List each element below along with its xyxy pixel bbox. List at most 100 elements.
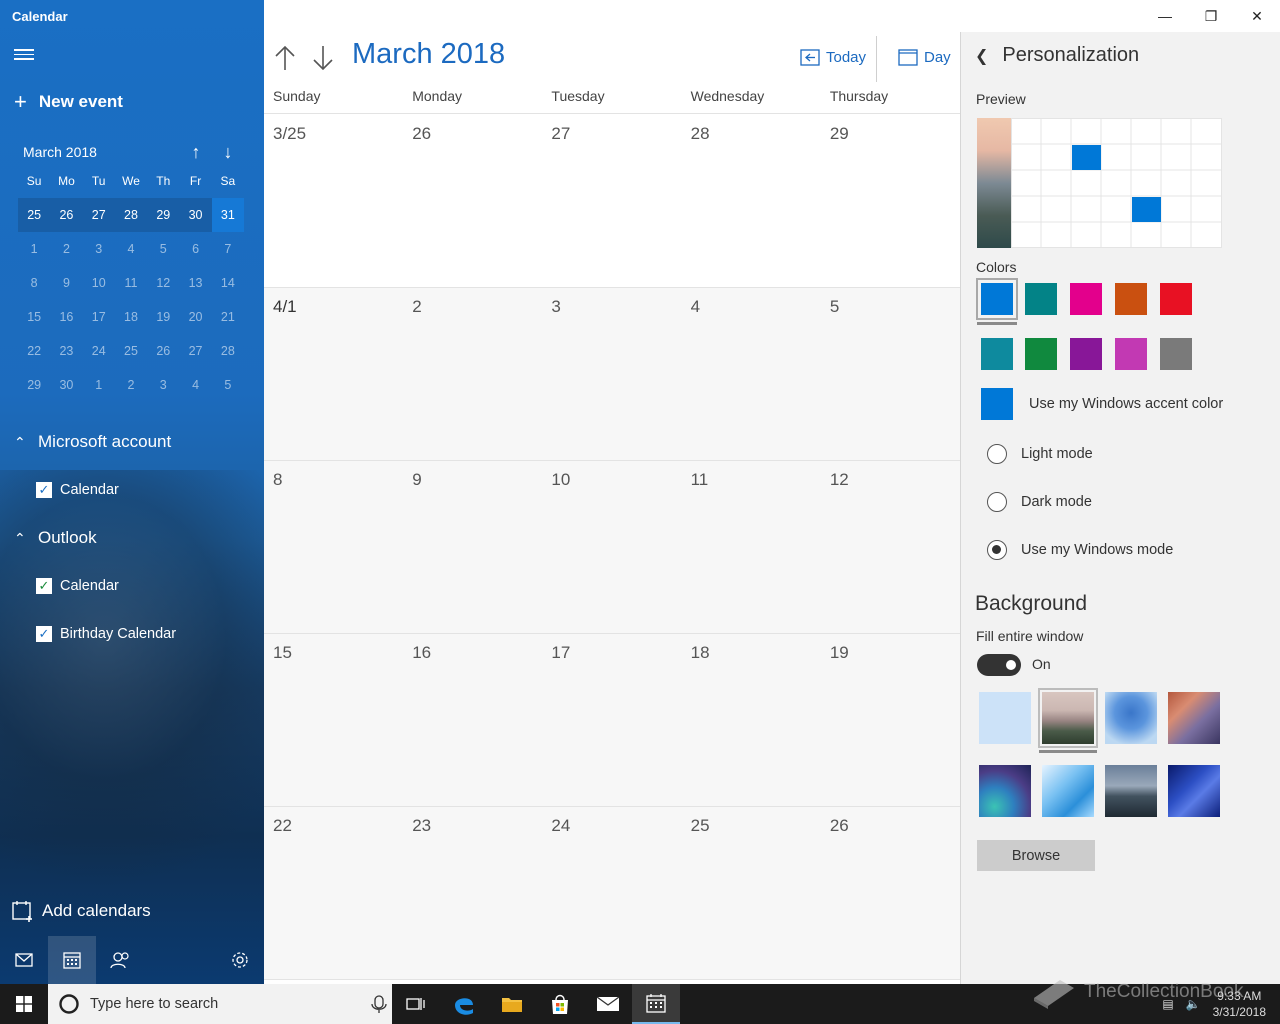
hamburger-menu-icon[interactable] xyxy=(14,46,34,62)
mini-day[interactable]: 18 xyxy=(115,300,147,334)
account-header-outlook[interactable]: ⌃ Outlook xyxy=(14,528,97,548)
background-thumb-blue-tree[interactable] xyxy=(1105,692,1157,744)
close-icon[interactable]: ✕ xyxy=(1234,0,1280,32)
minimize-icon[interactable]: — xyxy=(1142,0,1188,32)
day-cell[interactable]: 4 xyxy=(682,288,821,460)
color-swatch-pink[interactable] xyxy=(1070,283,1102,315)
day-cell[interactable]: 27 xyxy=(542,115,681,287)
network-icon[interactable]: ▤ xyxy=(1162,997,1173,1011)
mini-day[interactable]: 2 xyxy=(115,368,147,402)
day-cell[interactable]: 18 xyxy=(682,634,821,806)
file-explorer-icon[interactable] xyxy=(488,984,536,1024)
light-mode-radio[interactable]: Light mode xyxy=(987,444,1093,464)
mini-calendar-prev-arrow-icon[interactable]: ↑ xyxy=(180,142,212,163)
background-thumb-lake[interactable] xyxy=(1105,765,1157,817)
mini-day[interactable]: 10 xyxy=(83,266,115,300)
calendar-item-microsoft-calendar[interactable]: ✓ Calendar xyxy=(36,482,119,498)
mini-day[interactable]: 7 xyxy=(212,232,244,266)
mini-day[interactable]: 5 xyxy=(212,368,244,402)
day-cell[interactable]: 28 xyxy=(682,115,821,287)
mini-day[interactable]: 21 xyxy=(212,300,244,334)
color-swatch-teal[interactable] xyxy=(1025,283,1057,315)
mini-calendar-next-arrow-icon[interactable]: ↓ xyxy=(212,142,244,163)
mini-day[interactable]: 24 xyxy=(83,334,115,368)
checkbox-checked-icon[interactable]: ✓ xyxy=(36,626,52,642)
taskbar-search-box[interactable]: Type here to search xyxy=(48,984,392,1024)
mini-day[interactable]: 15 xyxy=(18,300,50,334)
color-swatch-purple[interactable] xyxy=(1070,338,1102,370)
calendar-icon[interactable] xyxy=(48,936,96,984)
mail-icon[interactable] xyxy=(0,936,48,984)
mini-day[interactable]: 25 xyxy=(115,334,147,368)
mini-day[interactable]: 26 xyxy=(147,334,179,368)
mini-day[interactable]: 17 xyxy=(83,300,115,334)
day-cell[interactable]: 4/1 xyxy=(264,288,403,460)
day-cell[interactable]: 26 xyxy=(821,807,960,979)
mini-day[interactable]: 28 xyxy=(212,334,244,368)
calendar-app-icon[interactable] xyxy=(632,984,680,1024)
next-month-arrow-icon[interactable] xyxy=(312,44,334,72)
day-cell[interactable]: 9 xyxy=(403,461,542,633)
day-cell[interactable]: 19 xyxy=(821,634,960,806)
checkbox-checked-icon[interactable]: ✓ xyxy=(36,482,52,498)
edge-browser-icon[interactable] xyxy=(440,984,488,1024)
mini-day[interactable]: 16 xyxy=(50,300,82,334)
color-swatch-green[interactable] xyxy=(1025,338,1057,370)
microphone-icon[interactable] xyxy=(366,984,392,1024)
windows-start-icon[interactable] xyxy=(0,984,48,1024)
accent-color-swatch[interactable] xyxy=(981,388,1013,420)
previous-month-arrow-icon[interactable] xyxy=(274,44,296,72)
new-event-button[interactable]: + New event xyxy=(14,91,123,113)
back-chevron-icon[interactable]: ❮ xyxy=(975,46,988,66)
mini-day[interactable]: 27 xyxy=(83,198,115,232)
checkbox-checked-icon[interactable]: ✓ xyxy=(36,578,52,594)
day-cell[interactable]: 25 xyxy=(682,807,821,979)
mini-day[interactable]: 19 xyxy=(147,300,179,334)
mini-day[interactable]: 20 xyxy=(179,300,211,334)
people-icon[interactable] xyxy=(96,936,144,984)
accent-color-label[interactable]: Use my Windows accent color xyxy=(1029,396,1223,412)
calendar-item-birthday-calendar[interactable]: ✓ Birthday Calendar xyxy=(36,626,176,642)
store-icon[interactable] xyxy=(536,984,584,1024)
today-button[interactable]: Today xyxy=(800,48,866,66)
day-cell[interactable]: 8 xyxy=(264,461,403,633)
day-cell[interactable]: 10 xyxy=(542,461,681,633)
background-thumb-canyon[interactable] xyxy=(1168,692,1220,744)
color-swatch-orange[interactable] xyxy=(1115,283,1147,315)
restore-icon[interactable]: ❐ xyxy=(1188,0,1234,32)
mini-day[interactable]: 30 xyxy=(179,198,211,232)
mini-day[interactable]: 9 xyxy=(50,266,82,300)
mini-day[interactable]: 12 xyxy=(147,266,179,300)
mini-day[interactable]: 1 xyxy=(83,368,115,402)
mini-day[interactable]: 3 xyxy=(147,368,179,402)
mini-day[interactable]: 4 xyxy=(115,232,147,266)
mini-day[interactable]: 4 xyxy=(179,368,211,402)
mini-day[interactable]: 30 xyxy=(50,368,82,402)
mini-day[interactable]: 8 xyxy=(18,266,50,300)
day-view-button[interactable]: Day xyxy=(898,48,951,66)
mini-day[interactable]: 23 xyxy=(50,334,82,368)
day-cell[interactable]: 3/25 xyxy=(264,115,403,287)
mini-day[interactable]: 26 xyxy=(50,198,82,232)
background-thumb-crystal[interactable] xyxy=(1042,765,1094,817)
settings-gear-icon[interactable] xyxy=(216,936,264,984)
day-cell[interactable]: 17 xyxy=(542,634,681,806)
browse-button[interactable]: Browse xyxy=(977,840,1095,871)
calendar-item-outlook-calendar[interactable]: ✓ Calendar xyxy=(36,578,119,594)
volume-icon[interactable]: 🔈 xyxy=(1186,997,1201,1011)
clock[interactable]: 9:33 AM 3/31/2018 xyxy=(1213,988,1266,1020)
mini-day-today[interactable]: 31 xyxy=(211,198,244,232)
background-thumb-abstract[interactable] xyxy=(979,765,1031,817)
mini-day[interactable]: 6 xyxy=(179,232,211,266)
add-calendars-button[interactable]: Add calendars xyxy=(12,900,151,922)
background-thumb-stars[interactable] xyxy=(1168,765,1220,817)
dark-mode-radio[interactable]: Dark mode xyxy=(987,492,1092,512)
mini-day[interactable]: 28 xyxy=(115,198,147,232)
day-cell[interactable]: 22 xyxy=(264,807,403,979)
mini-day[interactable]: 3 xyxy=(83,232,115,266)
day-cell[interactable]: 12 xyxy=(821,461,960,633)
mini-day[interactable]: 14 xyxy=(212,266,244,300)
day-cell[interactable]: 29 xyxy=(821,115,960,287)
mini-day[interactable]: 29 xyxy=(147,198,179,232)
windows-mode-radio[interactable]: Use my Windows mode xyxy=(987,540,1173,560)
